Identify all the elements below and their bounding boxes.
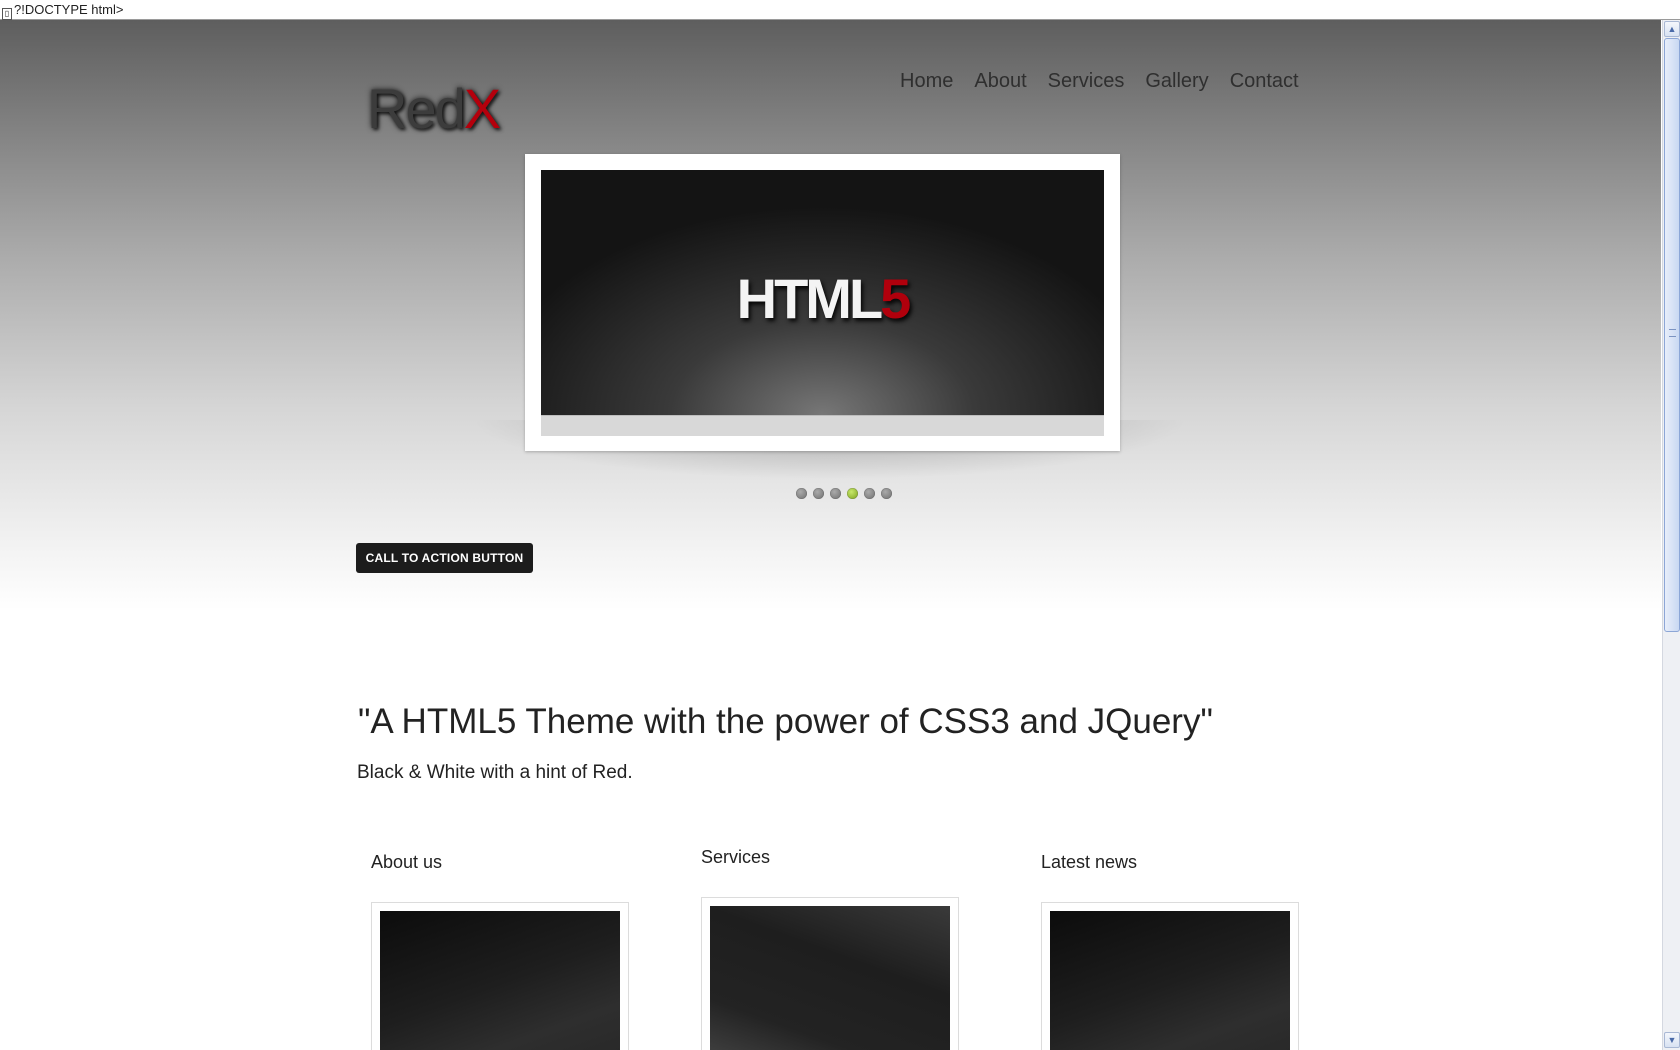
latest-news-thumbnail[interactable] (1041, 902, 1299, 1050)
latest-news-heading: Latest news (1041, 852, 1138, 872)
scroll-up-arrow-icon[interactable]: ▲ (1664, 21, 1680, 37)
scrollbar-grip-icon (1669, 329, 1676, 337)
services-heading: Services (701, 847, 771, 867)
slider-pagination (796, 488, 892, 499)
about-us-thumbnail[interactable] (371, 902, 629, 1050)
about-us-heading: About us (371, 852, 443, 872)
slide-title-accent: 5 (880, 267, 911, 330)
nav-gallery[interactable]: Gallery (1145, 70, 1208, 93)
slide-caption-bar (541, 415, 1104, 436)
image-slider[interactable]: HTML5 (525, 154, 1120, 451)
nav-home[interactable]: Home (900, 70, 953, 93)
about-us-image (380, 911, 620, 1050)
slider-dot-6[interactable] (881, 488, 892, 499)
page: RedX Home About Services Gallery Contact… (0, 20, 1661, 1050)
scroll-down-arrow-icon[interactable]: ▼ (1664, 1032, 1680, 1048)
broken-char-icon: ▯ (2, 8, 12, 20)
vertical-scrollbar[interactable]: ▲ ▼ (1662, 20, 1680, 1050)
slide-title-main: HTML (736, 267, 884, 330)
logo-text-red: Red (367, 77, 466, 140)
slider-dot-4[interactable] (847, 488, 858, 499)
slide-image[interactable]: HTML5 (541, 170, 1104, 415)
slider-dot-5[interactable] (864, 488, 875, 499)
nav-about[interactable]: About (974, 70, 1026, 93)
slide-title: HTML5 (541, 266, 1104, 331)
services-image (710, 906, 950, 1050)
doctype-text: ?!DOCTYPE html> (14, 2, 124, 17)
nav-services[interactable]: Services (1048, 70, 1125, 93)
slider-dot-3[interactable] (830, 488, 841, 499)
slider-dot-1[interactable] (796, 488, 807, 499)
call-to-action-button[interactable]: CALL TO ACTION BUTTON (356, 543, 533, 573)
logo[interactable]: RedX (367, 76, 501, 141)
scrollbar-thumb[interactable] (1664, 38, 1680, 632)
slider-dot-2[interactable] (813, 488, 824, 499)
page-tagline: "A HTML5 Theme with the power of CSS3 an… (358, 702, 1213, 741)
services-thumbnail[interactable] (701, 897, 959, 1050)
main-nav: Home About Services Gallery Contact (900, 70, 1299, 93)
latest-news-image (1050, 911, 1290, 1050)
page-subtitle: Black & White with a hint of Red. (357, 762, 633, 783)
doctype-text-bar: ▯ ?!DOCTYPE html> (0, 0, 1680, 20)
logo-text-x: X (463, 77, 501, 140)
nav-contact[interactable]: Contact (1230, 70, 1299, 93)
